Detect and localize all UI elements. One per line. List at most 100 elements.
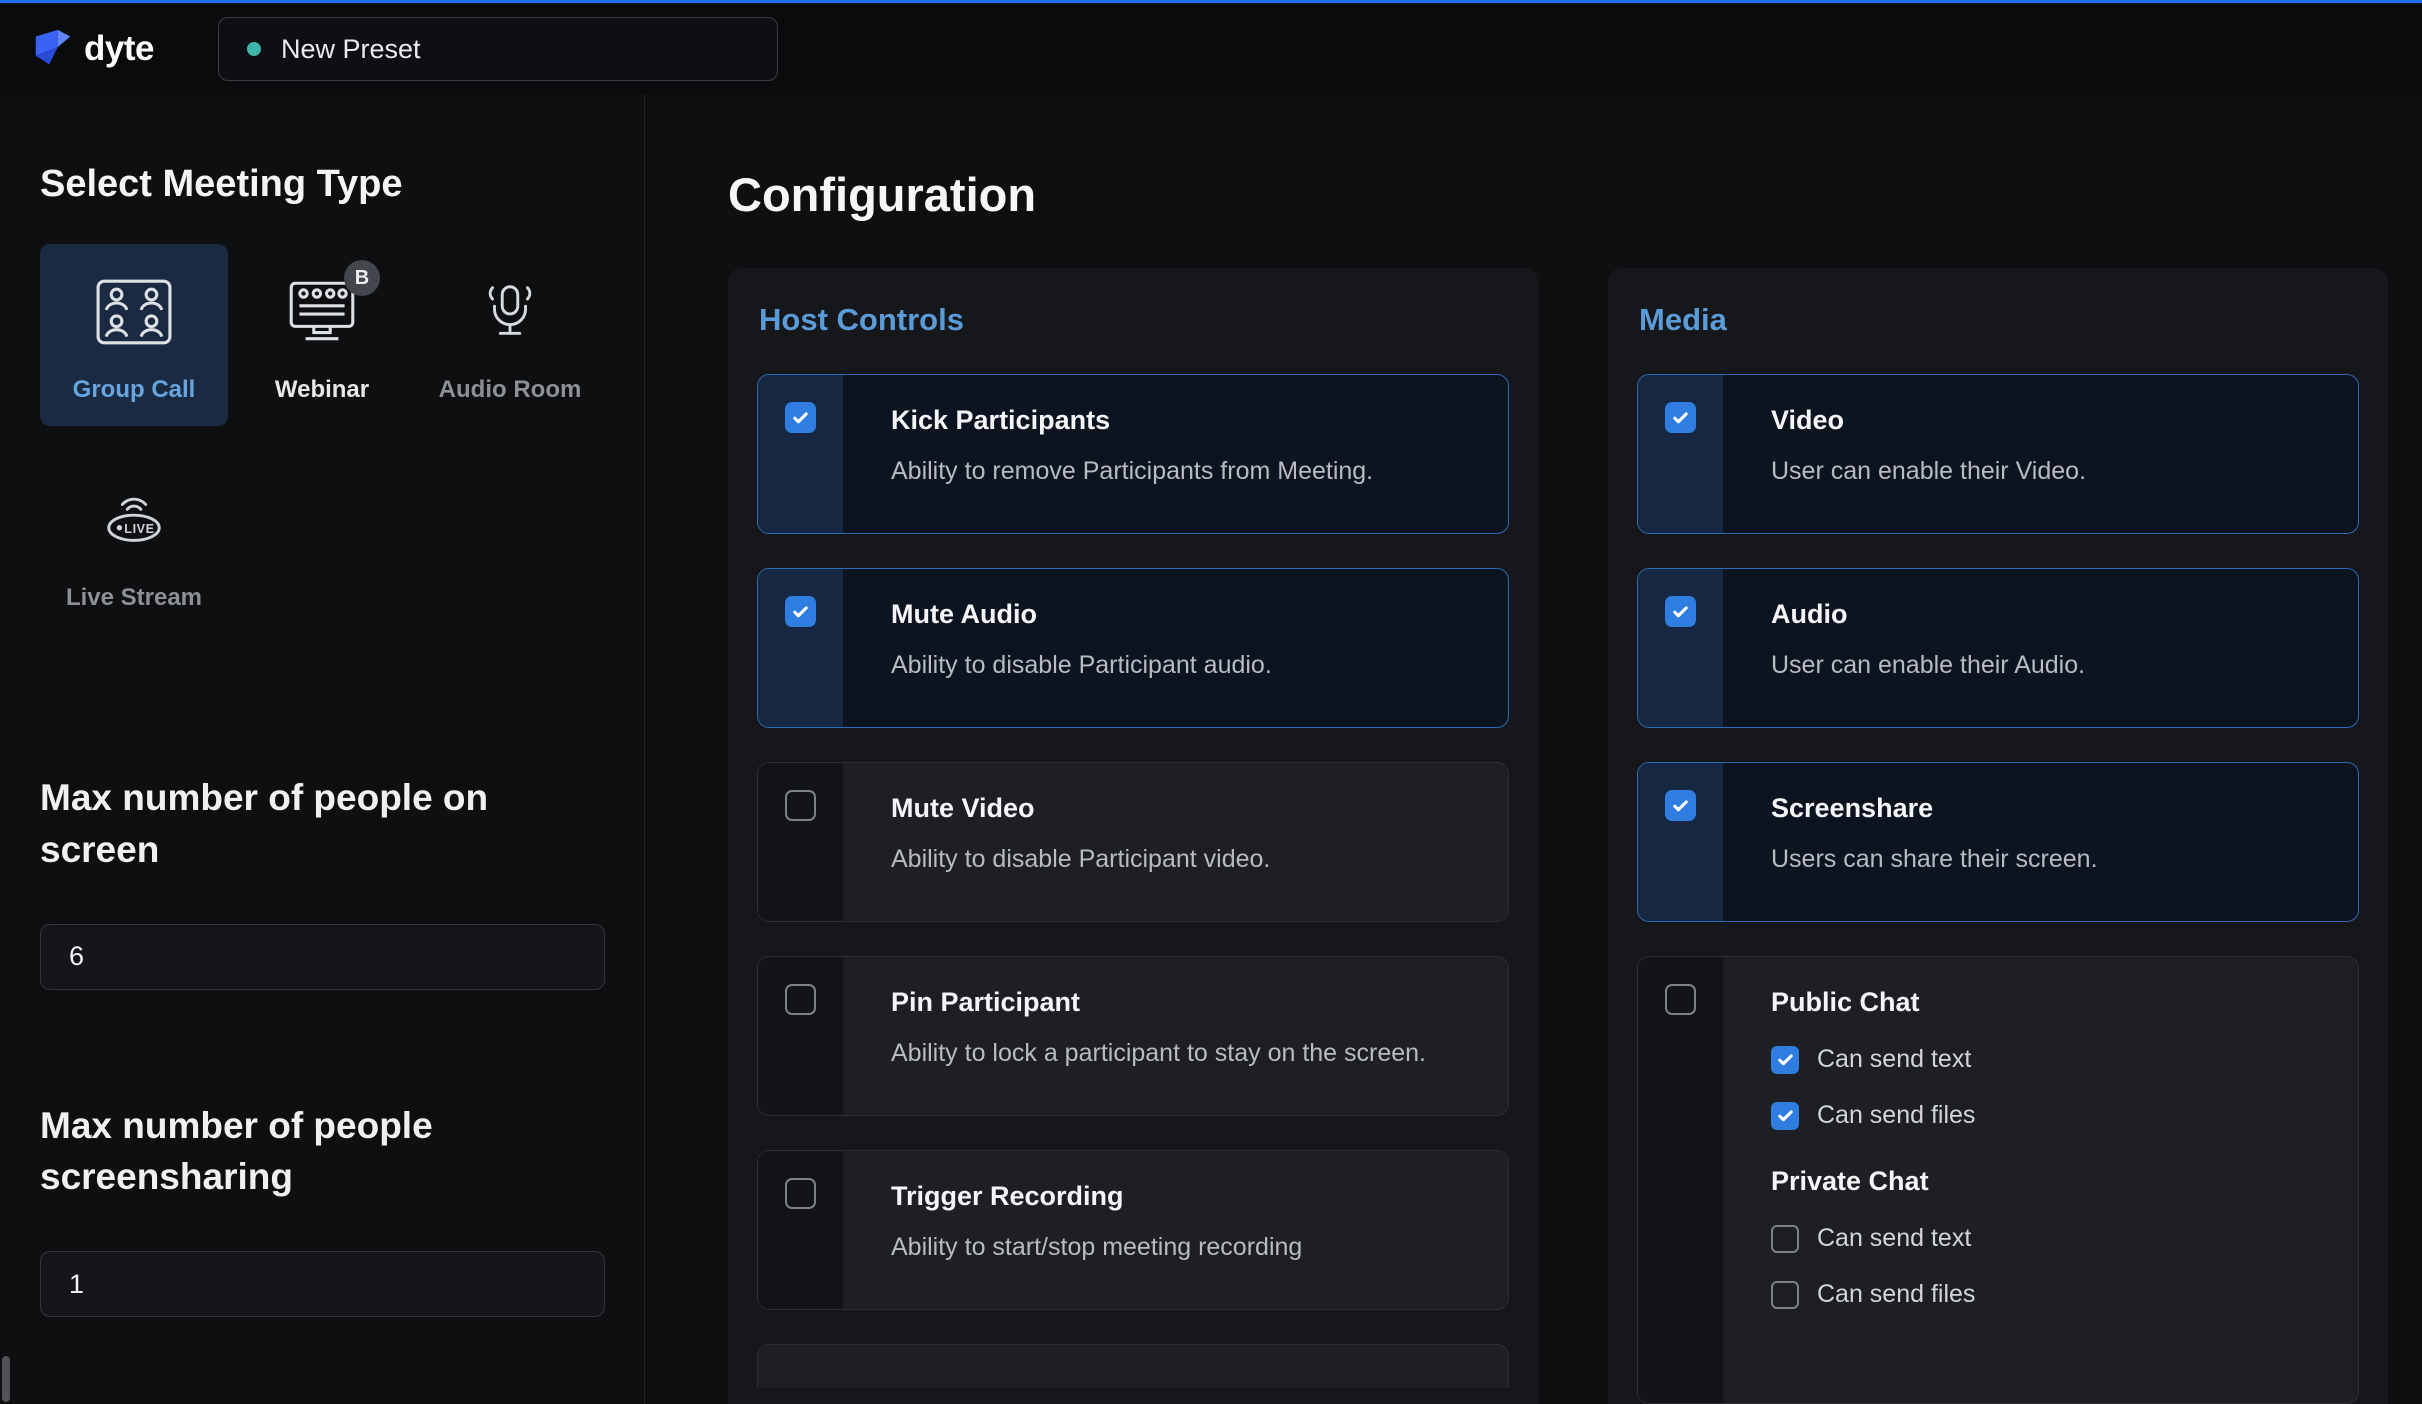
chat-option-label: Can send text xyxy=(1817,1224,1971,1253)
meeting-type-grid: Group Call BWebinar Audio Room LIVE Live Str… xyxy=(40,244,605,634)
card-body: Mute Video Ability to disable Participant… xyxy=(843,763,1508,921)
card-body: Mute Audio Ability to disable Participant… xyxy=(843,569,1508,727)
chat-option-label: Can send text xyxy=(1817,1045,1971,1074)
config-card-audio[interactable]: Audio User can enable their Audio. xyxy=(1637,568,2359,728)
config-sections: Host Controls Kick Participants Ability to… xyxy=(728,268,2422,1404)
chat-option: Can send text xyxy=(1771,1045,2324,1074)
checkbox-checked[interactable] xyxy=(1665,790,1696,821)
main-content: Configuration Host Controls Kick Particip… xyxy=(646,95,2422,1404)
card-description: Ability to lock a participant to stay on… xyxy=(891,1034,1474,1074)
card-description: Ability to disable Participant video. xyxy=(891,840,1474,880)
checkbox-unchecked[interactable] xyxy=(1771,1225,1799,1253)
card-title: Video xyxy=(1771,405,2324,436)
sidebar: Select Meeting Type Group Call BWebinar Au… xyxy=(0,95,645,1404)
card-description: Ability to start/stop meeting recording xyxy=(891,1228,1474,1268)
config-card-video[interactable]: Video User can enable their Video. xyxy=(1637,374,2359,534)
config-card-partial xyxy=(757,1344,1509,1388)
checkbox-unchecked[interactable] xyxy=(785,790,816,821)
group-call-icon xyxy=(92,270,176,354)
checkbox-checked[interactable] xyxy=(785,596,816,627)
config-card-mute-audio[interactable]: Mute Audio Ability to disable Participant… xyxy=(757,568,1509,728)
preset-selector[interactable]: New Preset xyxy=(218,17,778,81)
card-title: Public Chat xyxy=(1771,987,2324,1018)
meeting-type-audio-room[interactable]: Audio Room xyxy=(416,244,604,426)
checkbox-checked[interactable] xyxy=(1665,402,1696,433)
card-title: Screenshare xyxy=(1771,793,2324,824)
checkbox-unchecked[interactable] xyxy=(1771,1281,1799,1309)
checkbox-strip xyxy=(758,569,843,727)
checkbox-strip xyxy=(1638,375,1723,533)
card-body: Kick Participants Ability to remove Parti… xyxy=(843,375,1508,533)
config-card-trigger-recording[interactable]: Trigger Recording Ability to start/stop m… xyxy=(757,1150,1509,1310)
chat-option-label: Can send files xyxy=(1817,1280,1975,1309)
card-body: Audio User can enable their Audio. xyxy=(1723,569,2358,727)
card-body: Trigger Recording Ability to start/stop m… xyxy=(843,1151,1508,1309)
checkbox-strip xyxy=(1638,569,1723,727)
section-heading: Host Controls xyxy=(759,302,1509,338)
card-title: Mute Video xyxy=(891,793,1474,824)
meeting-type-label: Live Stream xyxy=(66,584,202,612)
card-body: Pin Participant Ability to lock a partici… xyxy=(843,957,1508,1115)
max-people-on-screen-input[interactable] xyxy=(40,924,605,990)
checkbox-checked[interactable] xyxy=(1771,1046,1799,1074)
checkbox-strip xyxy=(758,763,843,921)
card-title: Pin Participant xyxy=(891,987,1474,1018)
card-body: Screenshare Users can share their screen. xyxy=(1723,763,2358,921)
meeting-type-label: Audio Room xyxy=(439,376,582,404)
checkbox-strip xyxy=(758,375,843,533)
card-description: User can enable their Audio. xyxy=(1771,646,2324,686)
max-screenshare-input[interactable] xyxy=(40,1251,605,1317)
checkbox-checked[interactable] xyxy=(785,402,816,433)
webinar-beta-badge: B xyxy=(344,260,380,296)
card-description: Ability to disable Participant audio. xyxy=(891,646,1474,686)
card-body: Public Chat Can send text Can send files Pr… xyxy=(1723,957,2358,1403)
dyte-logo-icon xyxy=(30,26,76,72)
meeting-type-group-call[interactable]: Group Call xyxy=(40,244,228,426)
card-description: Users can share their screen. xyxy=(1771,840,2324,880)
config-card-kick-participants[interactable]: Kick Participants Ability to remove Parti… xyxy=(757,374,1509,534)
section-media: Media Video User can enable their Video. Au… xyxy=(1608,268,2388,1404)
preset-status-dot xyxy=(247,42,261,56)
meeting-type-label: Group Call xyxy=(73,376,196,404)
live-stream-icon: LIVE xyxy=(92,478,176,562)
chat-option-label: Can send files xyxy=(1817,1101,1975,1130)
checkbox-strip xyxy=(1638,763,1723,921)
card-description: Ability to remove Participants from Meet… xyxy=(891,452,1474,492)
section-host-controls: Host Controls Kick Participants Ability to… xyxy=(728,268,1538,1404)
config-card-mute-video[interactable]: Mute Video Ability to disable Participant… xyxy=(757,762,1509,922)
top-accent-line xyxy=(0,0,2422,3)
brand-name: dyte xyxy=(84,29,154,69)
config-card-public-chat[interactable]: Public Chat Can send text Can send files Pr… xyxy=(1637,956,2359,1404)
chat-option: Can send files xyxy=(1771,1101,2324,1130)
max-people-label: Max number of people on screen xyxy=(40,772,585,876)
page-title: Configuration xyxy=(728,167,2422,222)
svg-text:LIVE: LIVE xyxy=(124,522,154,536)
checkbox-strip xyxy=(758,957,843,1115)
topbar: dyte New Preset xyxy=(0,3,2422,95)
card-title: Mute Audio xyxy=(891,599,1474,630)
config-card-screenshare[interactable]: Screenshare Users can share their screen. xyxy=(1637,762,2359,922)
checkbox-checked[interactable] xyxy=(1771,1102,1799,1130)
card-title: Trigger Recording xyxy=(891,1181,1474,1212)
checkbox-unchecked[interactable] xyxy=(785,984,816,1015)
checkbox-checked[interactable] xyxy=(1665,596,1696,627)
checkbox-unchecked[interactable] xyxy=(785,1178,816,1209)
scrollbar-thumb[interactable] xyxy=(2,1356,10,1402)
card-subheading: Private Chat xyxy=(1771,1166,2324,1197)
config-card-pin-participant[interactable]: Pin Participant Ability to lock a partici… xyxy=(757,956,1509,1116)
card-description: User can enable their Video. xyxy=(1771,452,2324,492)
max-screenshare-label: Max number of people screensharing xyxy=(40,1100,585,1204)
checkbox-unchecked[interactable] xyxy=(1665,984,1696,1015)
chat-option: Can send text xyxy=(1771,1224,2324,1253)
audio-room-icon xyxy=(468,270,552,354)
preset-name: New Preset xyxy=(281,34,421,65)
webinar-icon: B xyxy=(280,270,364,354)
section-heading: Media xyxy=(1639,302,2359,338)
meeting-type-live-stream[interactable]: LIVE Live Stream xyxy=(40,452,228,634)
card-title: Kick Participants xyxy=(891,405,1474,436)
meeting-type-webinar[interactable]: BWebinar xyxy=(228,244,416,426)
card-title: Audio xyxy=(1771,599,2324,630)
checkbox-strip xyxy=(1638,957,1723,1403)
card-body: Video User can enable their Video. xyxy=(1723,375,2358,533)
sidebar-heading: Select Meeting Type xyxy=(40,163,604,206)
